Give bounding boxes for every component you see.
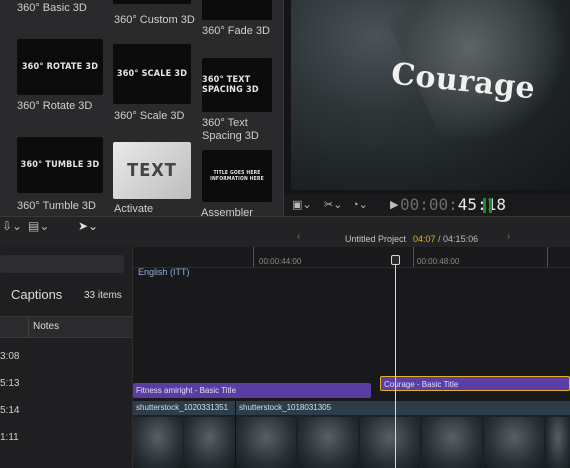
select-tool-icon[interactable]: ➤⌄ bbox=[78, 219, 98, 233]
frame-thumbnail bbox=[298, 417, 358, 468]
title-thumb[interactable] bbox=[202, 0, 272, 20]
caption-time[interactable]: 3:08 bbox=[0, 351, 19, 362]
title-thumb[interactable]: 360° ROTATE 3D bbox=[17, 39, 103, 95]
titles-browser: 360° Basic 3D 360° Custom 3D 360° Fade 3… bbox=[0, 0, 283, 216]
viewer-frame: Courage bbox=[291, 0, 570, 190]
ruler-tick bbox=[253, 247, 254, 267]
ruler-tick bbox=[413, 247, 414, 267]
frame-thumbnail bbox=[360, 417, 420, 468]
video-clip[interactable]: shutterstock_1020331351 bbox=[133, 401, 236, 468]
viewer: Courage ▣⌄ ✂⌄ ◔⌄ ▶ 00:00:45:18 bbox=[283, 0, 570, 216]
title-label: 360° Basic 3D bbox=[17, 2, 87, 14]
captions-count: 33 items bbox=[84, 290, 122, 301]
title-clip[interactable]: Fitness amiright - Basic Title bbox=[133, 383, 371, 398]
title-label: 360° Rotate 3D bbox=[17, 100, 93, 112]
frame-thumbnail bbox=[546, 417, 570, 468]
caption-time[interactable]: 5:14 bbox=[0, 405, 19, 416]
caption-language[interactable]: English (ITT) bbox=[138, 267, 190, 277]
title-label: Activate bbox=[114, 203, 154, 215]
frame-thumbnail bbox=[184, 417, 235, 468]
timeline-timecode: 04:07 / 04:15:06 bbox=[413, 234, 479, 244]
forward-icon[interactable]: › bbox=[507, 231, 510, 242]
title-label: 360° Fade 3D bbox=[202, 25, 270, 37]
ruler-tick bbox=[547, 247, 548, 267]
transform-icon[interactable]: ✂⌄ bbox=[324, 198, 342, 211]
timeline-toolbar: ⇩⌄ ▤⌄ ➤⌄ ‹ Untitled Project 04:07 / 04:1… bbox=[0, 216, 570, 248]
title-label: 360° Text Spacing 3D bbox=[202, 117, 259, 142]
ruler-label: 00:00:48:00 bbox=[417, 257, 460, 266]
search-field[interactable] bbox=[0, 255, 124, 273]
title-thumb[interactable]: 360° SCALE 3D bbox=[113, 44, 191, 104]
playhead[interactable] bbox=[395, 256, 396, 468]
timeline-index: Captions 33 items Notes 3:08 5:13 5:14 1… bbox=[0, 247, 133, 468]
frame-thumbnail bbox=[236, 417, 296, 468]
title-label: Assembler bbox=[201, 207, 253, 216]
title-thumb[interactable]: 360° TUMBLE 3D bbox=[17, 137, 103, 193]
playhead-handle[interactable] bbox=[391, 255, 400, 265]
title-clip-selected[interactable]: Courage - Basic Title bbox=[380, 376, 570, 391]
title-thumb[interactable]: TITLE GOES HERE INFORMATION HERE bbox=[202, 150, 272, 202]
clip-name: shutterstock_1020331351 bbox=[136, 403, 229, 412]
fcp-window: 360° Basic 3D 360° Custom 3D 360° Fade 3… bbox=[0, 0, 570, 468]
project-name: Untitled Project bbox=[345, 234, 407, 244]
view-options-icon[interactable]: ▣⌄ bbox=[292, 198, 312, 211]
caption-time[interactable]: 5:13 bbox=[0, 378, 19, 389]
title-label: 360° Scale 3D bbox=[114, 110, 185, 122]
column-header: Notes bbox=[0, 316, 132, 338]
video-clip[interactable]: shutterstock_1018031305 bbox=[236, 401, 570, 468]
clip-appearance-icon[interactable]: ▤⌄ bbox=[28, 219, 49, 233]
timeline: 00:00:44:00 00:00:48:00 English (ITT) Fi… bbox=[133, 247, 570, 468]
timeline-ruler[interactable]: 00:00:44:00 00:00:48:00 bbox=[133, 247, 570, 268]
column-divider bbox=[28, 317, 29, 337]
audio-meter-left bbox=[483, 198, 486, 213]
title-label: 360° Custom 3D bbox=[114, 14, 195, 26]
frame-thumbnail bbox=[422, 417, 482, 468]
title-label: 360° Tumble 3D bbox=[17, 200, 96, 212]
audio-meter-right bbox=[489, 198, 492, 213]
speed-icon[interactable]: ◔⌄ bbox=[352, 198, 368, 211]
clip-name: shutterstock_1018031305 bbox=[239, 403, 332, 412]
ruler-label: 00:00:44:00 bbox=[259, 257, 302, 266]
play-icon[interactable]: ▶ bbox=[390, 198, 398, 211]
title-thumb[interactable] bbox=[113, 0, 191, 4]
frame-thumbnail bbox=[484, 417, 544, 468]
primary-storyline: shutterstock_1020331351 shutterstock_101… bbox=[133, 401, 570, 468]
captions-title: Captions bbox=[11, 287, 63, 302]
import-icon[interactable]: ⇩⌄ bbox=[2, 219, 22, 233]
title-thumb[interactable]: TEXT bbox=[113, 142, 191, 199]
viewer-toolbar: ▣⌄ ✂⌄ ◔⌄ ▶ 00:00:45:18 bbox=[284, 194, 570, 216]
title-thumb[interactable]: 360° TEXT SPACING 3D bbox=[202, 58, 272, 112]
frame-thumbnail bbox=[133, 417, 183, 468]
back-icon[interactable]: ‹ bbox=[297, 231, 300, 242]
notes-column-label[interactable]: Notes bbox=[33, 321, 59, 332]
caption-time[interactable]: 1:11 bbox=[0, 432, 19, 443]
